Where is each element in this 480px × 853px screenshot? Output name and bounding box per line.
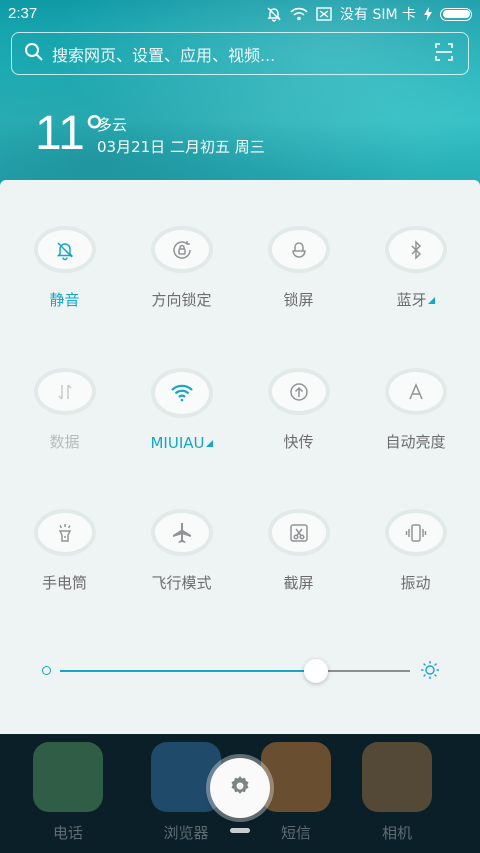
wifi-status-icon [290, 7, 308, 21]
brightness-low-icon [42, 666, 51, 675]
toggle-label-text: 飞行模式 [151, 574, 212, 592]
quick-settings-panel: 静音 方向锁定 锁屏 蓝牙数据 MIUIAU 快传 自动亮度手电筒 飞行模式 截屏 振动 [0, 180, 480, 734]
more-options-corner-icon[interactable] [427, 297, 435, 304]
brightness-fill [60, 670, 316, 672]
dock-app-phone[interactable]: 电话 [28, 742, 108, 843]
settings-button[interactable] [210, 758, 270, 818]
battery-icon [440, 7, 472, 21]
messages-icon [261, 742, 331, 812]
drag-handle[interactable] [230, 828, 250, 833]
toggle-label-text: 振动 [400, 574, 431, 592]
notifications-off-icon [266, 6, 282, 22]
toggle-label-text: 静音 [49, 291, 80, 309]
toggle-label: 飞行模式 [151, 572, 211, 593]
phone-icon [33, 742, 103, 812]
toggle-label-text: 锁屏 [283, 291, 314, 309]
charging-icon [424, 7, 432, 21]
brightness-knob[interactable] [303, 659, 328, 683]
toggle-quick-transfer[interactable]: 快传 [240, 322, 357, 452]
toggle-label: 蓝牙 [396, 289, 435, 310]
toggle-flashlight[interactable]: 手电筒 [6, 463, 123, 593]
bell-off-icon [37, 230, 92, 269]
bluetooth-icon [388, 230, 443, 269]
search-icon [24, 42, 44, 66]
no-sim-icon [316, 7, 332, 21]
toggle-label-text: 方向锁定 [151, 291, 212, 309]
wifi-icon [154, 372, 209, 414]
toggle-label-text: 自动亮度 [385, 433, 446, 451]
toggle-bell-off[interactable]: 静音 [6, 180, 123, 310]
toggle-label: 数据 [49, 431, 79, 452]
flashlight-icon [37, 513, 92, 552]
toggle-label-text: MIUIAU [150, 434, 205, 452]
weather-date: 03月21日 二月初五 周三 [97, 138, 265, 156]
auto-brightness-icon [388, 372, 443, 411]
toggle-label: MIUIAU [150, 434, 213, 452]
browser-icon [151, 742, 221, 812]
toggle-auto-brightness[interactable]: 自动亮度 [357, 322, 474, 452]
dock-app-label: 相机 [381, 824, 412, 842]
toggle-airplane[interactable]: 飞行模式 [123, 463, 240, 593]
quick-transfer-icon [271, 372, 326, 411]
dock-app-label: 短信 [280, 824, 311, 842]
status-time: 2:37 [8, 5, 38, 22]
weather-condition: 多云 [97, 116, 128, 134]
search-bar[interactable]: 搜索网页、设置、应用、视频... [11, 32, 469, 75]
dock-app-label: 电话 [52, 824, 83, 842]
screenshot-icon [271, 513, 326, 552]
status-bar: 2:37 没有 SIM 卡 [0, 0, 480, 28]
gear-icon [228, 774, 252, 802]
brightness-track[interactable] [60, 659, 410, 683]
toggle-vibrate[interactable]: 振动 [357, 463, 474, 593]
carrier-text: 没有 SIM 卡 [340, 7, 416, 23]
airplane-icon [154, 513, 209, 552]
rotation-lock-icon [154, 230, 209, 269]
toggle-rotation-lock[interactable]: 方向锁定 [123, 180, 240, 310]
scan-icon[interactable] [434, 42, 454, 66]
toggle-label: 截屏 [283, 572, 313, 593]
temperature: 11° [35, 107, 105, 160]
toggle-label-text: 手电筒 [41, 574, 87, 592]
camera-icon [362, 742, 432, 812]
toggle-label: 静音 [49, 289, 79, 310]
search-placeholder: 搜索网页、设置、应用、视频... [52, 45, 276, 65]
dock-app-label: 浏览器 [163, 824, 209, 842]
weather-widget[interactable]: 11° 多云 03月21日 二月初五 周三 [35, 107, 265, 160]
toggle-label: 振动 [400, 572, 430, 593]
toggle-label-text: 蓝牙 [396, 291, 427, 309]
toggle-label: 锁屏 [283, 289, 313, 310]
toggle-bluetooth[interactable]: 蓝牙 [357, 180, 474, 310]
toggle-wifi[interactable]: MIUIAU [123, 322, 240, 452]
more-options-corner-icon[interactable] [205, 440, 213, 447]
toggle-screenshot[interactable]: 截屏 [240, 463, 357, 593]
toggle-label: 方向锁定 [151, 289, 211, 310]
toggle-label: 快传 [283, 431, 313, 452]
toggle-lock[interactable]: 锁屏 [240, 180, 357, 310]
toggle-data-arrows: 数据 [6, 322, 123, 452]
data-arrows-icon [37, 372, 92, 411]
toggle-label-text: 截屏 [283, 574, 314, 592]
vibrate-icon [388, 513, 443, 552]
wallpaper [0, 0, 480, 200]
brightness-slider[interactable] [40, 658, 440, 684]
auto-brightness-sun-icon[interactable] [420, 660, 440, 684]
dock-app-camera[interactable]: 相机 [357, 742, 437, 843]
toggle-label-text: 数据 [49, 433, 80, 451]
toggle-label: 自动亮度 [385, 431, 445, 452]
lock-icon [271, 230, 326, 269]
toggle-label-text: 快传 [283, 433, 314, 451]
toggle-label: 手电筒 [42, 572, 87, 593]
